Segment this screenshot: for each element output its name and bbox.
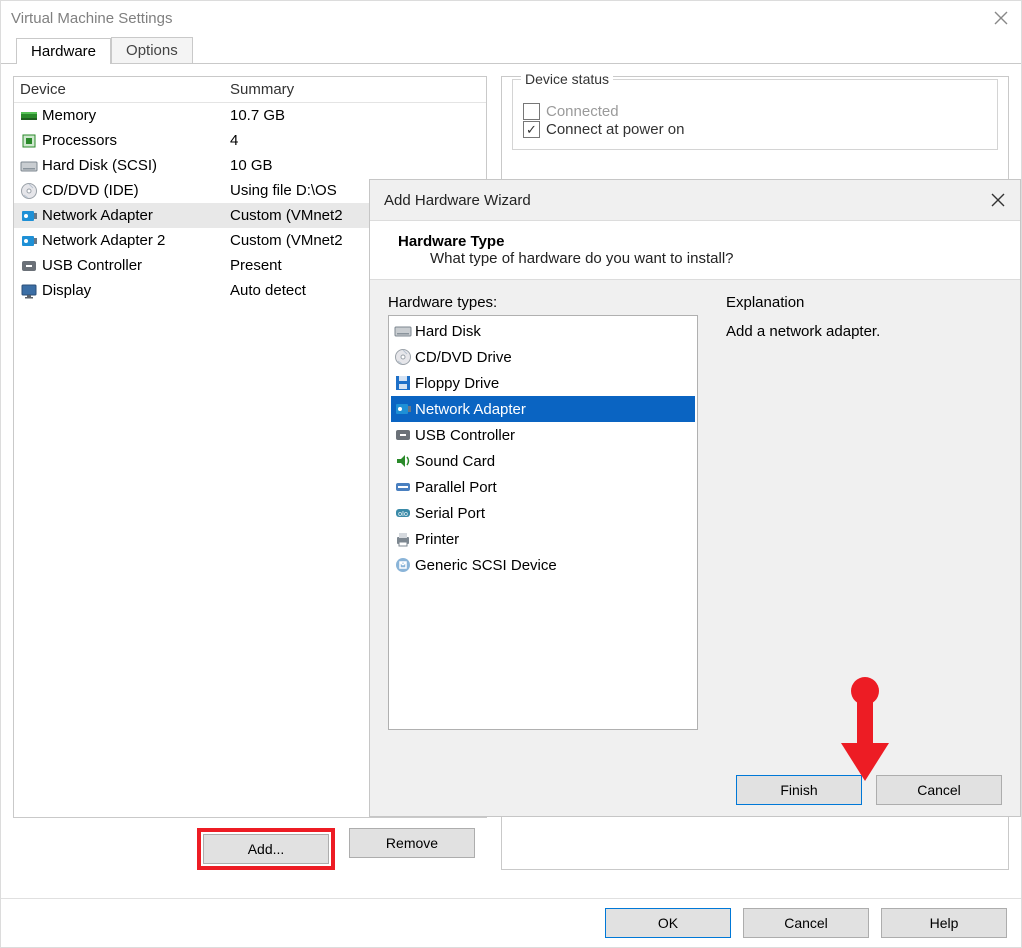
wizard-header: Hardware Type What type of hardware do y…	[370, 220, 1020, 280]
device-summary: 4	[230, 132, 486, 149]
header-summary: Summary	[230, 81, 486, 98]
window-footer: OK Cancel Help	[1, 898, 1021, 947]
disk-icon	[20, 158, 38, 174]
explanation-text: Add a network adapter.	[726, 323, 1002, 340]
explanation-column: Explanation Add a network adapter.	[726, 294, 1002, 730]
printer-icon	[393, 529, 413, 549]
wizard-titlebar: Add Hardware Wizard	[370, 180, 1020, 220]
sound-icon	[393, 451, 413, 471]
remove-button[interactable]: Remove	[349, 828, 475, 858]
hardware-type-item[interactable]: Parallel Port	[391, 474, 695, 500]
device-name: Processors	[42, 132, 117, 149]
device-row[interactable]: Hard Disk (SCSI) 10 GB	[14, 153, 486, 178]
serial-icon	[393, 503, 413, 523]
floppy-icon	[393, 373, 413, 393]
titlebar: Virtual Machine Settings	[1, 1, 1021, 35]
display-icon	[20, 283, 38, 299]
hardware-type-label: Generic SCSI Device	[415, 557, 557, 574]
left-buttons: Add... Remove	[13, 818, 487, 870]
hardware-type-item[interactable]: Printer	[391, 526, 695, 552]
hardware-type-label: Printer	[415, 531, 459, 548]
device-summary: 10.7 GB	[230, 107, 486, 124]
device-name: Network Adapter 2	[42, 232, 165, 249]
wizard-subheading: What type of hardware do you want to ins…	[398, 250, 1002, 267]
memory-icon	[20, 108, 38, 124]
cpu-icon	[20, 133, 38, 149]
device-name: Display	[42, 282, 91, 299]
hardware-type-label: CD/DVD Drive	[415, 349, 512, 366]
usb-icon	[20, 258, 38, 274]
hardware-type-label: Serial Port	[415, 505, 485, 522]
hardware-type-item[interactable]: Sound Card	[391, 448, 695, 474]
connected-label: Connected	[546, 103, 619, 120]
window-title: Virtual Machine Settings	[11, 10, 172, 27]
hardware-type-item[interactable]: Generic SCSI Device	[391, 552, 695, 578]
add-button[interactable]: Add...	[203, 834, 329, 864]
wizard-body: Hardware types: Hard Disk CD/DVD Drive Flo…	[370, 280, 1020, 730]
net-icon	[20, 208, 38, 224]
wizard-close-button[interactable]	[976, 180, 1020, 220]
disk-icon	[393, 321, 413, 341]
hardware-type-item[interactable]: Hard Disk	[391, 318, 695, 344]
hardware-type-item[interactable]: Floppy Drive	[391, 370, 695, 396]
device-name: USB Controller	[42, 257, 142, 274]
hardware-type-label: Hard Disk	[415, 323, 481, 340]
net-icon	[393, 399, 413, 419]
device-name: Network Adapter	[42, 207, 153, 224]
parallel-icon	[393, 477, 413, 497]
hardware-type-label: Floppy Drive	[415, 375, 499, 392]
device-list-header: Device Summary	[14, 77, 486, 103]
hardware-type-label: Sound Card	[415, 453, 495, 470]
hardware-type-item[interactable]: Network Adapter	[391, 396, 695, 422]
device-summary: 10 GB	[230, 157, 486, 174]
device-name: CD/DVD (IDE)	[42, 182, 139, 199]
cancel-button[interactable]: Cancel	[743, 908, 869, 938]
header-device: Device	[14, 81, 230, 98]
connect-poweron-label: Connect at power on	[546, 121, 684, 138]
hardware-type-label: Network Adapter	[415, 401, 526, 418]
finish-button[interactable]: Finish	[736, 775, 862, 805]
connect-poweron-checkbox[interactable]: ✓	[523, 121, 540, 138]
device-name: Memory	[42, 107, 96, 124]
device-row[interactable]: Processors 4	[14, 128, 486, 153]
add-hardware-wizard: Add Hardware Wizard Hardware Type What t…	[369, 179, 1021, 817]
wizard-footer: Finish Cancel	[370, 764, 1020, 816]
hardware-types-list[interactable]: Hard Disk CD/DVD Drive Floppy Drive Network…	[388, 315, 698, 730]
hardware-types-label: Hardware types:	[388, 294, 698, 311]
scsi-icon	[393, 555, 413, 575]
hardware-type-label: Parallel Port	[415, 479, 497, 496]
usb-icon	[393, 425, 413, 445]
tab-options[interactable]: Options	[111, 37, 193, 63]
connected-row: Connected	[523, 103, 987, 120]
window-close-button[interactable]	[981, 1, 1021, 35]
connect-poweron-row[interactable]: ✓ Connect at power on	[523, 121, 987, 138]
device-row[interactable]: Memory 10.7 GB	[14, 103, 486, 128]
cd-icon	[20, 183, 38, 199]
hardware-type-label: USB Controller	[415, 427, 515, 444]
net-icon	[20, 233, 38, 249]
help-button[interactable]: Help	[881, 908, 1007, 938]
hardware-type-item[interactable]: USB Controller	[391, 422, 695, 448]
wizard-heading: Hardware Type	[398, 233, 1002, 250]
hardware-type-item[interactable]: Serial Port	[391, 500, 695, 526]
ok-button[interactable]: OK	[605, 908, 731, 938]
wizard-title: Add Hardware Wizard	[384, 192, 531, 209]
tab-strip: Hardware Options	[1, 35, 1021, 64]
vm-settings-window: Virtual Machine Settings Hardware Option…	[0, 0, 1022, 948]
device-status-group: Device status Connected ✓ Connect at pow…	[512, 79, 998, 150]
connected-checkbox	[523, 103, 540, 120]
device-status-title: Device status	[521, 71, 613, 87]
explanation-label: Explanation	[726, 294, 1002, 311]
hardware-type-item[interactable]: CD/DVD Drive	[391, 344, 695, 370]
cd-icon	[393, 347, 413, 367]
wizard-cancel-button[interactable]: Cancel	[876, 775, 1002, 805]
tab-hardware[interactable]: Hardware	[16, 38, 111, 64]
hardware-types-column: Hardware types: Hard Disk CD/DVD Drive Flo…	[388, 294, 698, 730]
device-name: Hard Disk (SCSI)	[42, 157, 157, 174]
add-button-highlight: Add...	[197, 828, 335, 870]
